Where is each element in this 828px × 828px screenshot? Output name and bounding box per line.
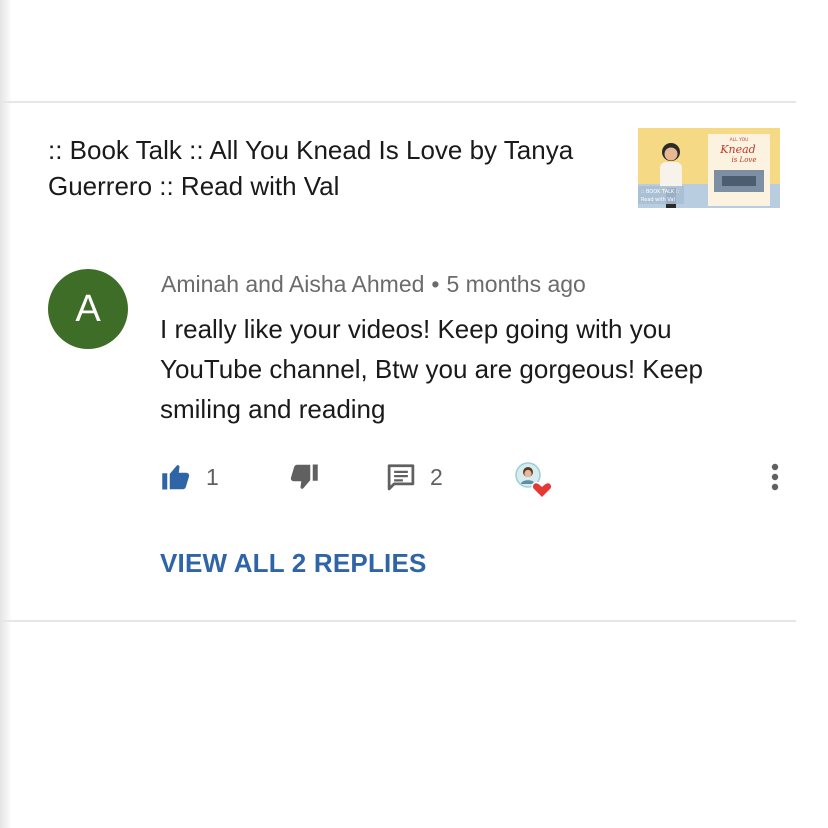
more-options-button[interactable] [768, 455, 782, 499]
thumbnail-caption-1: :: BOOK TALK :: [641, 189, 679, 195]
more-vertical-icon [771, 463, 779, 491]
video-thumbnail[interactable]: ALL YOU Knead is Love :: BOOK TALK :: Re… [638, 128, 780, 208]
thumbs-down-icon [290, 464, 318, 489]
like-button[interactable]: 1 [160, 455, 219, 499]
like-count: 1 [206, 463, 219, 490]
comment-icon [387, 464, 415, 491]
bottom-divider [0, 620, 796, 622]
avatar[interactable]: A [48, 269, 128, 349]
thumbnail-caption-2: Read with Val [641, 197, 675, 203]
comment-page: :: Book Talk :: All You Knead Is Love by… [0, 0, 828, 828]
comment-time: 5 months ago [446, 271, 586, 297]
svg-text:Knead: Knead [719, 143, 755, 156]
comment-text: I really like your videos! Keep going wi… [160, 314, 704, 424]
creator-heart-icon [515, 462, 553, 500]
edge-shadow [0, 0, 12, 828]
top-divider [0, 101, 796, 103]
view-replies-link[interactable]: VIEW ALL 2 REPLIES [160, 545, 427, 581]
thumbnail-image: ALL YOU Knead is Love :: BOOK TALK :: Re… [638, 128, 780, 208]
author-name[interactable]: Aminah and Aisha Ahmed [161, 271, 424, 297]
creator-heart [512, 458, 556, 502]
reply-button[interactable]: 2 [386, 455, 443, 499]
svg-text:is Love: is Love [731, 156, 756, 164]
dislike-button[interactable] [288, 455, 320, 499]
comment-actions: 1 2 [0, 455, 828, 502]
meta-separator: • [431, 271, 440, 297]
comment-meta: Aminah and Aisha Ahmed • 5 months ago [161, 268, 586, 300]
thumbs-up-icon [162, 465, 190, 490]
reply-count: 2 [430, 463, 443, 490]
video-title[interactable]: :: Book Talk :: All You Knead Is Love by… [48, 132, 613, 204]
